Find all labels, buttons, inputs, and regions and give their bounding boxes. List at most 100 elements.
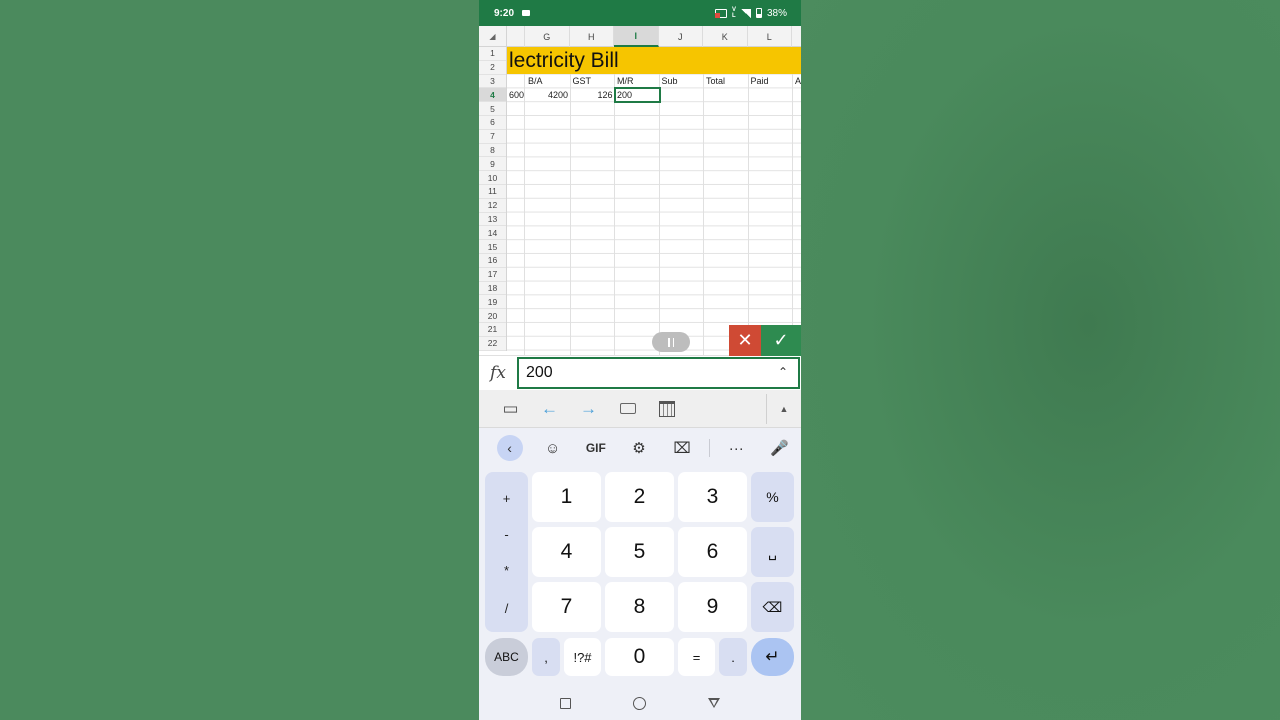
cancel-icon[interactable]: ✕ xyxy=(729,325,761,356)
formula-input[interactable]: 200 ⌃ xyxy=(517,356,800,389)
row-header[interactable]: 7 xyxy=(479,130,506,144)
column-header-l[interactable]: L xyxy=(748,26,792,47)
row-header[interactable]: 19 xyxy=(479,295,506,310)
row-header[interactable]: 15 xyxy=(479,240,506,254)
settings-gear-icon[interactable]: ⚙ xyxy=(617,428,660,468)
arrow-right-icon[interactable]: → xyxy=(569,390,608,428)
symbols-key[interactable]: !?# xyxy=(564,638,601,676)
video-background-right xyxy=(801,0,1280,720)
column-header-k[interactable]: K xyxy=(703,26,748,47)
column-header-f[interactable] xyxy=(507,26,525,47)
signal-icon xyxy=(740,8,751,18)
recent-apps-icon[interactable] xyxy=(560,697,571,709)
row-header[interactable]: 9 xyxy=(479,157,506,172)
cell-g4[interactable]: 4200 xyxy=(526,88,570,102)
formula-value: 200 xyxy=(526,363,553,381)
header-cell-sub[interactable]: Sub xyxy=(660,75,704,89)
comma-key[interactable]: , xyxy=(532,638,560,676)
home-icon[interactable] xyxy=(633,696,646,710)
digit-0-key[interactable]: 0 xyxy=(605,638,674,676)
row-header[interactable]: 2 xyxy=(479,61,506,75)
digit-9-key[interactable]: 9 xyxy=(678,582,747,632)
row-header[interactable]: 11 xyxy=(479,185,506,199)
cell-f4[interactable]: 600 xyxy=(507,88,525,102)
back-icon[interactable] xyxy=(708,698,720,708)
navigation-bar xyxy=(479,686,801,720)
digit-4-key[interactable]: 4 xyxy=(532,527,601,577)
header-cell-an[interactable]: An xyxy=(793,75,801,89)
divide-key[interactable]: / xyxy=(485,590,528,626)
sticker-icon[interactable]: ☺ xyxy=(531,428,574,468)
row-header[interactable]: 18 xyxy=(479,282,506,296)
header-cell-gst[interactable]: GST xyxy=(571,75,615,89)
row-header[interactable]: 3 xyxy=(479,75,506,89)
spreadsheet-grid[interactable]: ◢ G H I J K L 1 2 3 4 5 6 7 8 9 10 11 12… xyxy=(479,26,801,355)
row-header[interactable]: 20 xyxy=(479,309,506,323)
row-header[interactable]: 5 xyxy=(479,102,506,116)
backspace-icon[interactable]: ⌫ xyxy=(751,582,794,632)
row-header[interactable]: 14 xyxy=(479,226,506,241)
digit-7-key[interactable]: 7 xyxy=(532,582,601,632)
header-cell-total[interactable]: Total xyxy=(704,75,748,89)
digit-3-key[interactable]: 3 xyxy=(678,472,747,522)
translate-icon[interactable]: ⌧ xyxy=(661,428,704,468)
row-header[interactable]: 17 xyxy=(479,268,506,282)
row-header[interactable]: 8 xyxy=(479,144,506,158)
function-icon[interactable]: fx xyxy=(479,356,517,390)
column-header-g[interactable]: G xyxy=(525,26,570,47)
multiply-key[interactable]: * xyxy=(485,552,528,588)
row-header-selected[interactable]: 4 xyxy=(479,88,506,103)
enter-icon[interactable]: ↵ xyxy=(751,638,794,676)
header-cell-mr[interactable]: M/R xyxy=(615,75,659,89)
microphone-icon[interactable]: 🎤 xyxy=(758,428,801,468)
phone-screen: 9:20 VL 38% ◢ G H I J K L 1 2 3 4 5 6 7 … xyxy=(479,0,801,720)
digit-1-key[interactable]: 1 xyxy=(532,472,601,522)
row-header[interactable]: 10 xyxy=(479,171,506,185)
video-record-icon xyxy=(522,10,531,16)
toolbar-expand-icon[interactable]: ▲ xyxy=(767,390,801,428)
minus-key[interactable]: - xyxy=(485,516,528,552)
row-header[interactable]: 12 xyxy=(479,199,506,213)
arrow-left-icon[interactable]: ← xyxy=(530,390,569,428)
header-cell-ba[interactable]: B/A xyxy=(526,75,570,89)
period-key[interactable]: . xyxy=(719,638,747,676)
row-header[interactable]: 6 xyxy=(479,116,506,130)
drag-handle-icon[interactable] xyxy=(652,332,690,352)
column-header-j[interactable]: J xyxy=(659,26,703,47)
equals-key[interactable]: = xyxy=(678,638,715,676)
expand-formula-icon[interactable]: ⌃ xyxy=(778,365,788,379)
digit-8-key[interactable]: 8 xyxy=(605,582,674,632)
column-header-i[interactable]: I xyxy=(614,26,659,47)
cell-grid[interactable]: lectricity Bill B/A GST M/R Sub Total Pa… xyxy=(507,47,801,355)
select-all-corner[interactable]: ◢ xyxy=(479,26,507,47)
percent-key[interactable]: % xyxy=(751,472,794,522)
plus-key[interactable]: + xyxy=(485,480,528,516)
row-header[interactable]: 13 xyxy=(479,213,506,227)
tablet-view-icon[interactable]: ▭ xyxy=(491,390,530,428)
cell-h4[interactable]: 126 xyxy=(571,88,615,102)
header-cell-paid[interactable]: Paid xyxy=(749,75,793,89)
digit-6-key[interactable]: 6 xyxy=(678,527,747,577)
grid-line xyxy=(747,47,749,355)
battery-level: 38% xyxy=(766,7,787,19)
video-background-left xyxy=(0,0,479,720)
row-header[interactable]: 16 xyxy=(479,254,506,268)
numeric-keyboard-icon[interactable] xyxy=(608,390,647,428)
keyboard-back-icon[interactable]: ‹ xyxy=(488,428,531,468)
space-key-icon[interactable]: ␣ xyxy=(751,527,794,577)
formula-bar: fx 200 ⌃ xyxy=(479,355,801,389)
more-options-icon[interactable]: ··· xyxy=(715,428,758,468)
cast-icon xyxy=(714,8,727,18)
calendar-icon[interactable] xyxy=(647,390,686,428)
row-header[interactable]: 22 xyxy=(479,337,506,351)
digit-2-key[interactable]: 2 xyxy=(605,472,674,522)
volte-icon: VL xyxy=(731,7,736,19)
column-header-h[interactable]: H xyxy=(570,26,614,47)
abc-key[interactable]: ABC xyxy=(485,638,528,676)
row-header[interactable]: 1 xyxy=(479,47,506,61)
gif-button[interactable]: GIF xyxy=(574,428,617,468)
checkmark-icon[interactable]: ✓ xyxy=(761,325,801,356)
bill-title-cell[interactable]: lectricity Bill xyxy=(507,47,801,74)
row-header[interactable]: 21 xyxy=(479,323,506,337)
digit-5-key[interactable]: 5 xyxy=(605,527,674,577)
